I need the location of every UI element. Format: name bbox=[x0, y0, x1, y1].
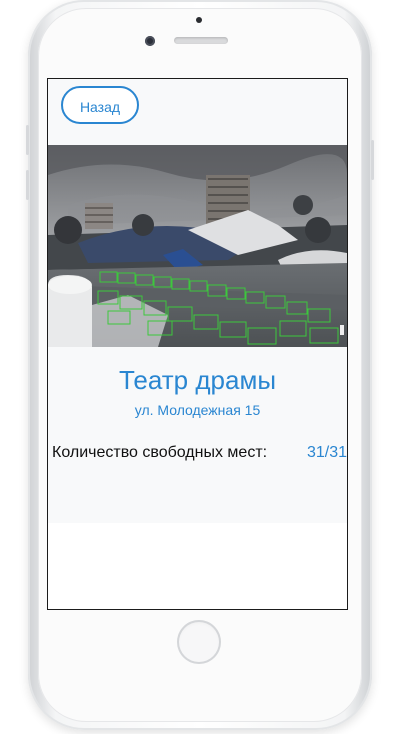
app-screen: Назад Театр драмы ул. Молодежная 15 Коли… bbox=[47, 78, 348, 610]
front-camera-icon bbox=[145, 36, 155, 46]
volume-button bbox=[26, 170, 29, 200]
venue-address: ул. Молодежная 15 bbox=[134, 402, 261, 418]
volume-button bbox=[26, 125, 29, 155]
parking-card: Назад Театр драмы ул. Молодежная 15 Коли… bbox=[48, 79, 347, 523]
free-spots-value: 31/31 bbox=[306, 444, 347, 461]
home-button[interactable] bbox=[177, 620, 221, 664]
venue-title: Театр драмы bbox=[118, 365, 276, 395]
back-button[interactable]: Назад bbox=[61, 86, 139, 124]
sensor-dot bbox=[196, 17, 202, 23]
power-button bbox=[371, 140, 374, 180]
camera-feed-image bbox=[48, 145, 347, 347]
speaker-grille bbox=[174, 37, 228, 44]
parking-camera-image bbox=[48, 145, 347, 347]
free-spots-label: Количество свободных мест: bbox=[52, 444, 268, 461]
